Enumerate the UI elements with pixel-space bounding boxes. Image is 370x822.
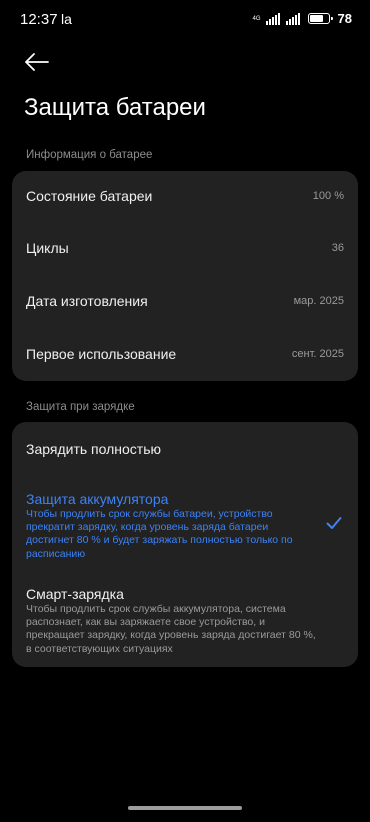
row-first-use: Первое использование сент. 2025: [12, 329, 358, 381]
row-battery-state: Состояние батареи 100 %: [12, 171, 358, 223]
row-value: 36: [331, 242, 344, 254]
network-type-label: 4G: [252, 15, 261, 22]
network-type: 4G: [253, 16, 261, 22]
row-value: 100 %: [312, 190, 344, 202]
signal-icon: [265, 12, 280, 25]
option-description: Чтобы продлить срок службы батареи, устр…: [26, 508, 293, 560]
home-indicator[interactable]: [128, 806, 242, 810]
row-cycles: Циклы 36: [12, 223, 358, 275]
battery-icon: [307, 13, 333, 24]
option-title: Зарядить полностью: [26, 441, 161, 457]
row-label: Состояние батареи: [26, 188, 153, 204]
option-description: Чтобы продлить срок службы аккумулятора,…: [26, 603, 316, 655]
charging-protection-card: Зарядить полностью Защита аккумулятора Ч…: [12, 422, 358, 667]
option-smart-charging[interactable]: Смарт-зарядка Чтобы продлить срок службы…: [12, 572, 358, 662]
option-full-charge[interactable]: Зарядить полностью: [12, 422, 358, 476]
back-button[interactable]: [22, 50, 52, 74]
status-time: 12:37: [20, 11, 58, 28]
row-label: Циклы: [26, 240, 69, 256]
section-label-battery-info: Информация о батарее: [26, 149, 153, 161]
option-title: Смарт-зарядка: [26, 586, 124, 602]
option-title: Защита аккумулятора: [26, 491, 169, 507]
status-icons: 4G 78: [253, 11, 352, 26]
row-label: Первое использование: [26, 346, 177, 362]
status-app-indicator: la: [61, 11, 72, 27]
battery-info-card: Состояние батареи 100 % Циклы 36 Дата из…: [12, 171, 358, 381]
checkmark-icon: [326, 517, 342, 529]
page-title: Защита батареи: [24, 94, 206, 121]
row-value: мар. 2025: [293, 295, 344, 307]
arrow-left-icon: [25, 53, 49, 71]
section-label-charging-protection: Защита при зарядке: [26, 401, 135, 413]
row-manufacture-date: Дата изготовления мар. 2025: [12, 276, 358, 328]
row-label: Дата изготовления: [26, 293, 148, 309]
option-battery-protection[interactable]: Защита аккумулятора Чтобы продлить срок …: [12, 480, 358, 566]
signal-icon-2: [285, 12, 300, 25]
status-bar: 12:37 la 4G 78: [0, 0, 370, 40]
row-value: сент. 2025: [291, 348, 344, 360]
battery-percent: 78: [337, 11, 352, 26]
